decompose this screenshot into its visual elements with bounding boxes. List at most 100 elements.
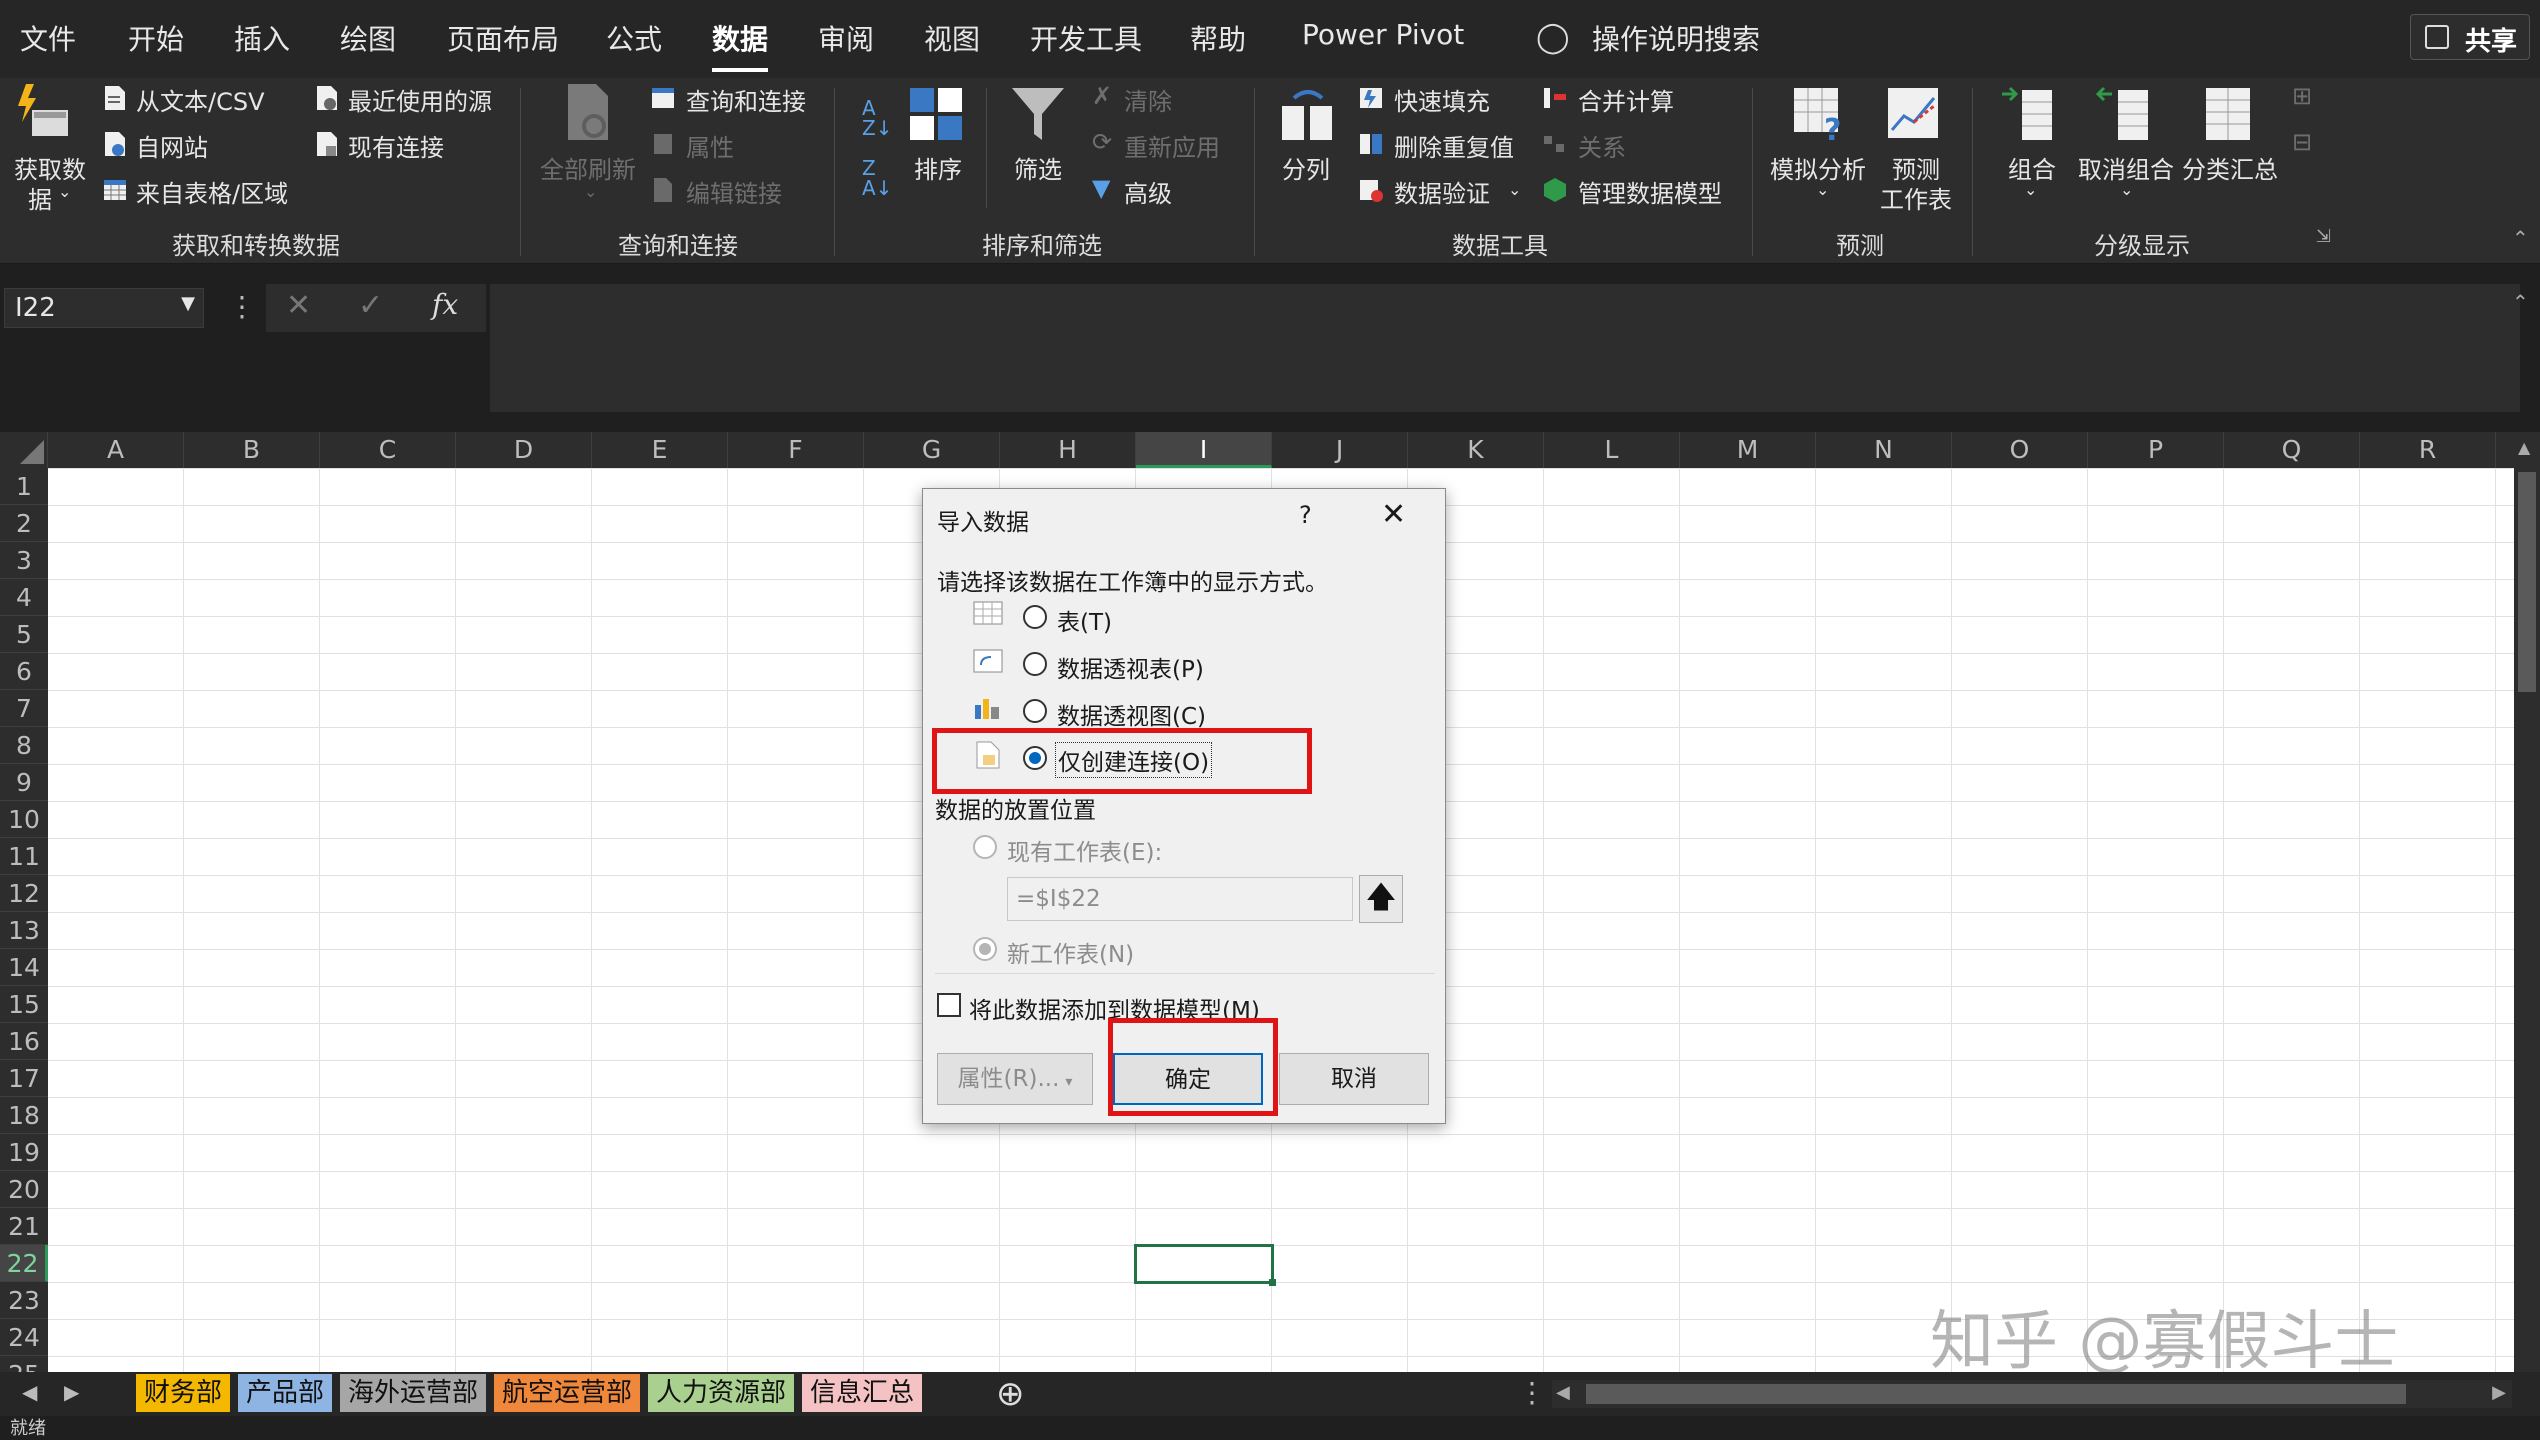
from-web-button[interactable]: 自网站 bbox=[136, 128, 208, 163]
properties-button[interactable]: 属性 bbox=[686, 128, 734, 163]
close-icon[interactable]: ✕ bbox=[1381, 497, 1406, 532]
next-sheet-icon[interactable]: ▶ bbox=[64, 1380, 79, 1404]
name-box[interactable]: I22 ▼ bbox=[4, 288, 204, 328]
row-header-15[interactable]: 15 bbox=[0, 986, 48, 1023]
row-header-16[interactable]: 16 bbox=[0, 1023, 48, 1060]
add-to-model-checkbox[interactable] bbox=[937, 993, 961, 1017]
tab-home[interactable]: 开始 bbox=[128, 18, 184, 58]
tab-draw[interactable]: 绘图 bbox=[340, 18, 396, 58]
row-header-3[interactable]: 3 bbox=[0, 542, 48, 579]
collapse-range-icon[interactable]: 🡅 bbox=[1359, 875, 1403, 923]
more-options-icon[interactable]: ⋮ bbox=[228, 290, 256, 323]
column-header-g[interactable]: G bbox=[864, 432, 1000, 468]
row-header-1[interactable]: 1 bbox=[0, 468, 48, 505]
manage-data-model-button[interactable]: 管理数据模型 bbox=[1578, 174, 1722, 209]
row-header-4[interactable]: 4 bbox=[0, 579, 48, 616]
column-header-o[interactable]: O bbox=[1952, 432, 2088, 468]
fill-handle[interactable] bbox=[1269, 1279, 1276, 1286]
reapply-button[interactable]: 重新应用 bbox=[1124, 128, 1220, 163]
row-header-2[interactable]: 2 bbox=[0, 505, 48, 542]
help-button[interactable]: ? bbox=[1299, 501, 1312, 529]
row-header-24[interactable]: 24 bbox=[0, 1319, 48, 1356]
column-header-l[interactable]: L bbox=[1544, 432, 1680, 468]
edit-links-button[interactable]: 编辑链接 bbox=[686, 174, 782, 209]
column-header-r[interactable]: R bbox=[2360, 432, 2496, 468]
vertical-scrollbar[interactable]: ▲ bbox=[2514, 432, 2540, 1372]
column-header-i[interactable]: I bbox=[1136, 432, 1272, 468]
subtotal-button[interactable]: 分类汇总 bbox=[2182, 150, 2278, 185]
range-input[interactable]: =$I$22 bbox=[1007, 877, 1353, 921]
refresh-all-button[interactable]: 全部刷新 bbox=[540, 150, 636, 185]
tab-view[interactable]: 视图 bbox=[924, 18, 980, 58]
row-header-7[interactable]: 7 bbox=[0, 690, 48, 727]
cancel-button[interactable]: 取消 bbox=[1279, 1053, 1429, 1105]
row-header-10[interactable]: 10 bbox=[0, 801, 48, 838]
column-header-q[interactable]: Q bbox=[2224, 432, 2360, 468]
scroll-right-icon[interactable]: ▶ bbox=[2492, 1382, 2506, 1403]
option-table[interactable]: 表(T) bbox=[1057, 603, 1112, 637]
column-header-e[interactable]: E bbox=[592, 432, 728, 468]
sheet-tab[interactable]: 人力资源部 bbox=[648, 1374, 795, 1412]
show-detail-icon[interactable]: ⊞ bbox=[2292, 82, 2312, 110]
remove-duplicates-button[interactable]: 删除重复值 bbox=[1394, 128, 1514, 163]
column-header-p[interactable]: P bbox=[2088, 432, 2224, 468]
row-header-11[interactable]: 11 bbox=[0, 838, 48, 875]
tab-file[interactable]: 文件 bbox=[20, 18, 76, 58]
add-sheet-icon[interactable]: ⊕ bbox=[996, 1374, 1025, 1414]
radio-pivot-chart[interactable] bbox=[1023, 699, 1047, 723]
share-button[interactable]: 共享 bbox=[2410, 14, 2530, 60]
get-data-label2[interactable]: 据 bbox=[28, 180, 52, 215]
sort-button[interactable]: 排序 bbox=[914, 150, 962, 185]
option-new-sheet[interactable]: 新工作表(N) bbox=[1007, 935, 1134, 969]
column-header-h[interactable]: H bbox=[1000, 432, 1136, 468]
tab-page-layout[interactable]: 页面布局 bbox=[447, 18, 559, 58]
more-options-icon[interactable]: ⋮ bbox=[1518, 1376, 1546, 1409]
tab-insert[interactable]: 插入 bbox=[234, 18, 290, 58]
row-header-5[interactable]: 5 bbox=[0, 616, 48, 653]
clear-button[interactable]: 清除 bbox=[1124, 82, 1172, 117]
column-header-f[interactable]: F bbox=[728, 432, 864, 468]
relationships-button[interactable]: 关系 bbox=[1578, 128, 1626, 163]
row-header-12[interactable]: 12 bbox=[0, 875, 48, 912]
tab-help[interactable]: 帮助 bbox=[1190, 18, 1246, 58]
filter-button[interactable]: 筛选 bbox=[1014, 150, 1062, 185]
dialog-launcher-icon[interactable]: ⇲ bbox=[2316, 226, 2331, 247]
scrollbar-thumb[interactable] bbox=[2518, 472, 2536, 692]
sheet-tab[interactable]: 财务部 bbox=[136, 1374, 231, 1412]
column-header-b[interactable]: B bbox=[184, 432, 320, 468]
column-header-d[interactable]: D bbox=[456, 432, 592, 468]
radio-new-sheet[interactable] bbox=[973, 937, 997, 961]
scroll-left-icon[interactable]: ◀ bbox=[1556, 1382, 1570, 1403]
tab-data[interactable]: 数据 bbox=[712, 18, 769, 72]
row-header-19[interactable]: 19 bbox=[0, 1134, 48, 1171]
sort-desc-icon[interactable]: Z A↓ bbox=[862, 158, 892, 198]
advanced-button[interactable]: 高级 bbox=[1124, 174, 1172, 209]
row-header-17[interactable]: 17 bbox=[0, 1060, 48, 1097]
tab-developer[interactable]: 开发工具 bbox=[1030, 18, 1142, 58]
hide-detail-icon[interactable]: ⊟ bbox=[2292, 128, 2312, 156]
queries-connections-button[interactable]: 查询和连接 bbox=[686, 82, 806, 117]
tell-me-search[interactable]: 操作说明搜索 bbox=[1592, 18, 1760, 58]
column-header-j[interactable]: J bbox=[1272, 432, 1408, 468]
column-header-a[interactable]: A bbox=[48, 432, 184, 468]
forecast-sheet-label2[interactable]: 工作表 bbox=[1880, 180, 1952, 215]
radio-pivot-table[interactable] bbox=[1023, 652, 1047, 676]
row-header-8[interactable]: 8 bbox=[0, 727, 48, 764]
chevron-down-icon[interactable]: ⌄ bbox=[1508, 180, 1521, 199]
scrollbar-thumb[interactable] bbox=[1586, 1384, 2406, 1404]
row-header-14[interactable]: 14 bbox=[0, 949, 48, 986]
scroll-up-icon[interactable]: ▲ bbox=[2518, 438, 2530, 457]
insert-function-icon[interactable]: fx bbox=[432, 288, 458, 321]
row-header-6[interactable]: 6 bbox=[0, 653, 48, 690]
sort-asc-icon[interactable]: A Z↓ bbox=[862, 98, 892, 138]
from-text-csv-button[interactable]: 从文本/CSV bbox=[136, 82, 265, 117]
sheet-tab[interactable]: 产品部 bbox=[238, 1374, 333, 1412]
row-header-18[interactable]: 18 bbox=[0, 1097, 48, 1134]
row-header-9[interactable]: 9 bbox=[0, 764, 48, 801]
option-pivot-chart[interactable]: 数据透视图(C) bbox=[1057, 697, 1206, 731]
formula-input[interactable] bbox=[490, 284, 2520, 412]
radio-existing-sheet[interactable] bbox=[973, 835, 997, 859]
prev-sheet-icon[interactable]: ◀ bbox=[22, 1380, 37, 1404]
recent-sources-button[interactable]: 最近使用的源 bbox=[348, 82, 492, 117]
row-header-20[interactable]: 20 bbox=[0, 1171, 48, 1208]
